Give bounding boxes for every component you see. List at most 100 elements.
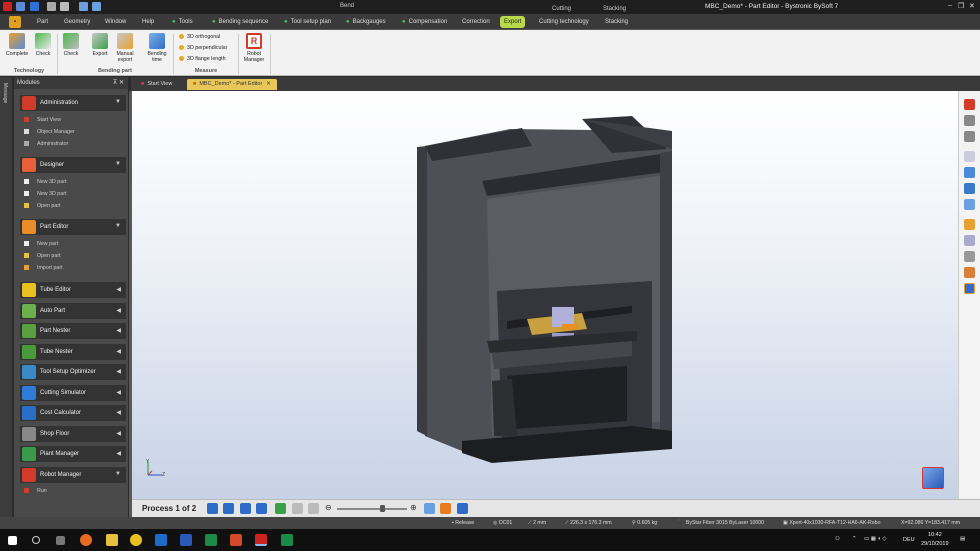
module-cutting-simulator[interactable]: Cutting Simulator ◀ (20, 385, 126, 401)
sub-item-open-part[interactable]: Open part (24, 253, 61, 259)
sub-item-run[interactable]: Run (24, 488, 47, 494)
sub-item-object-manager[interactable]: Object Manager (24, 129, 75, 135)
play-icon[interactable] (275, 503, 286, 514)
redo-icon[interactable] (92, 2, 101, 11)
check-technology-button[interactable]: Check (32, 33, 54, 57)
zoom-slider-thumb[interactable] (380, 505, 385, 512)
section-tool-icon[interactable] (964, 131, 975, 142)
bending-time-button[interactable]: Bending time (145, 33, 169, 63)
camtasia-icon[interactable] (281, 534, 293, 546)
last-step-icon[interactable] (256, 503, 267, 514)
rotate-icon[interactable] (964, 267, 975, 278)
prev-step-icon[interactable] (223, 503, 234, 514)
module-tube-editor[interactable]: Tube Editor ◀ (20, 282, 126, 298)
close-tab-icon[interactable]: ✕ (266, 81, 271, 87)
orthogonal-button[interactable]: 3D orthogonal (179, 34, 220, 40)
robot-manager-button[interactable]: R Robot Manager (241, 33, 267, 63)
sub-item-start-view[interactable]: Start View (24, 117, 61, 123)
module-cost-calculator[interactable]: Cost Calculator ◀ (20, 405, 126, 421)
flange-length-button[interactable]: 3D flange length (179, 56, 226, 62)
tab-backgauges[interactable]: ● Backgauges (342, 16, 390, 28)
sub-item-import-part[interactable]: Import part (24, 265, 63, 271)
save-icon[interactable] (16, 2, 25, 11)
tab-window[interactable]: Window (101, 16, 130, 28)
sub-item-new-3d-part[interactable]: New 3D part (24, 179, 66, 185)
zoom-extents-icon[interactable] (964, 235, 975, 246)
tab-correction[interactable]: Correction (458, 16, 494, 28)
complete-button[interactable]: Complete (4, 33, 30, 57)
close-button[interactable]: ✕ (969, 2, 975, 10)
notification-icon[interactable]: ▤ (960, 536, 965, 542)
print-view-icon[interactable] (964, 99, 975, 110)
sub-item-new-part[interactable]: New part (24, 241, 58, 247)
zoom-window-icon[interactable] (964, 219, 975, 230)
task-view-icon[interactable] (56, 536, 65, 545)
save-all-icon[interactable] (30, 2, 39, 11)
undo-icon[interactable] (79, 2, 88, 11)
export-button[interactable]: Export (88, 33, 112, 57)
chrome-icon[interactable] (130, 534, 142, 546)
language-indicator[interactable]: DEU (903, 537, 915, 543)
file-explorer-icon[interactable] (106, 534, 118, 546)
excel-icon[interactable] (205, 534, 217, 546)
3d-viewport[interactable]: Y Z (132, 91, 958, 499)
view-front-icon[interactable] (964, 167, 975, 178)
view-top-icon[interactable] (964, 199, 975, 210)
tab-tools[interactable]: ● Tools (168, 16, 197, 28)
next-step-icon[interactable] (240, 503, 251, 514)
sub-item-open-3d-part[interactable]: Open part (24, 203, 61, 209)
module-part-editor[interactable]: Part Editor ▼ (20, 219, 126, 235)
clock-date[interactable]: 29/10/2019 (921, 541, 949, 547)
file-menu-button[interactable]: ▪ (9, 16, 21, 28)
settings-icon[interactable] (457, 503, 468, 514)
module-tube-nester[interactable]: Tube Nester ◀ (20, 344, 126, 360)
module-auto-part[interactable]: Auto Part ◀ (20, 303, 126, 319)
tab-part[interactable]: Part (33, 16, 52, 28)
stop-icon[interactable] (308, 503, 319, 514)
tab-stacking[interactable]: Stacking (601, 16, 632, 28)
module-administration[interactable]: Administration ▼ (20, 95, 126, 111)
message-side-tab[interactable]: Message (0, 77, 12, 518)
clock-time[interactable]: 10:42 (928, 532, 942, 538)
simulation-icon[interactable] (440, 503, 451, 514)
tab-export[interactable]: Export (500, 16, 526, 28)
sub-item-new-3d-part-2[interactable]: New 3D part (24, 191, 66, 197)
word-icon[interactable] (180, 534, 192, 546)
module-tool-setup-optimizer[interactable]: Tool Setup Optimizer ◀ (20, 364, 126, 380)
module-shop-floor[interactable]: Shop Floor ◀ (20, 426, 126, 442)
view-iso-icon[interactable] (964, 151, 975, 162)
pan-icon[interactable] (964, 251, 975, 262)
tab-start-view[interactable]: ■ Start View (135, 79, 178, 90)
app-logo-icon[interactable] (3, 2, 12, 11)
check-button[interactable]: Check (60, 33, 82, 57)
plane-icon[interactable] (424, 503, 435, 514)
module-part-nester[interactable]: Part Nester ◀ (20, 323, 126, 339)
minimize-button[interactable]: – (948, 2, 952, 9)
perpendicular-button[interactable]: 3D perpendicular (179, 45, 227, 51)
windows-start-icon[interactable] (8, 536, 17, 545)
tab-cutting-technology[interactable]: Cutting technology (535, 16, 593, 28)
view-cube-icon[interactable] (922, 467, 944, 489)
panel-pin-close-icons[interactable]: ⊼ ✕ (113, 77, 124, 89)
view-side-icon[interactable] (964, 183, 975, 194)
search-icon[interactable] (32, 536, 40, 544)
zoom-out-icon[interactable]: ⊖ (325, 503, 332, 512)
tab-compensation[interactable]: ● Compensation (398, 16, 451, 28)
module-designer[interactable]: Designer ▼ (20, 157, 126, 173)
pause-icon[interactable] (292, 503, 303, 514)
measure-tool-icon[interactable] (964, 115, 975, 126)
zoom-in-icon[interactable]: ⊕ (410, 503, 417, 512)
render-mode-icon[interactable] (964, 283, 975, 294)
tab-geometry[interactable]: Geometry (60, 16, 94, 28)
outlook-icon[interactable] (155, 534, 167, 546)
tray-icons[interactable]: ▭ ▦ ◖ ◇ (864, 536, 887, 542)
tray-chevron-icon[interactable]: ⌃ (852, 536, 857, 542)
first-step-icon[interactable] (207, 503, 218, 514)
person-icon[interactable]: ⚇ (835, 536, 840, 542)
tab-tool-setup-plan[interactable]: ● Tool setup plan (280, 16, 335, 28)
tab-active-document[interactable]: ■ MBC_Demo* - Part Editor ✕ (187, 79, 277, 90)
module-robot-manager[interactable]: Robot Manager ▼ (20, 467, 126, 483)
new-icon[interactable] (60, 2, 69, 11)
powerpoint-icon[interactable] (230, 534, 242, 546)
manual-export-button[interactable]: Manual export (113, 33, 137, 63)
